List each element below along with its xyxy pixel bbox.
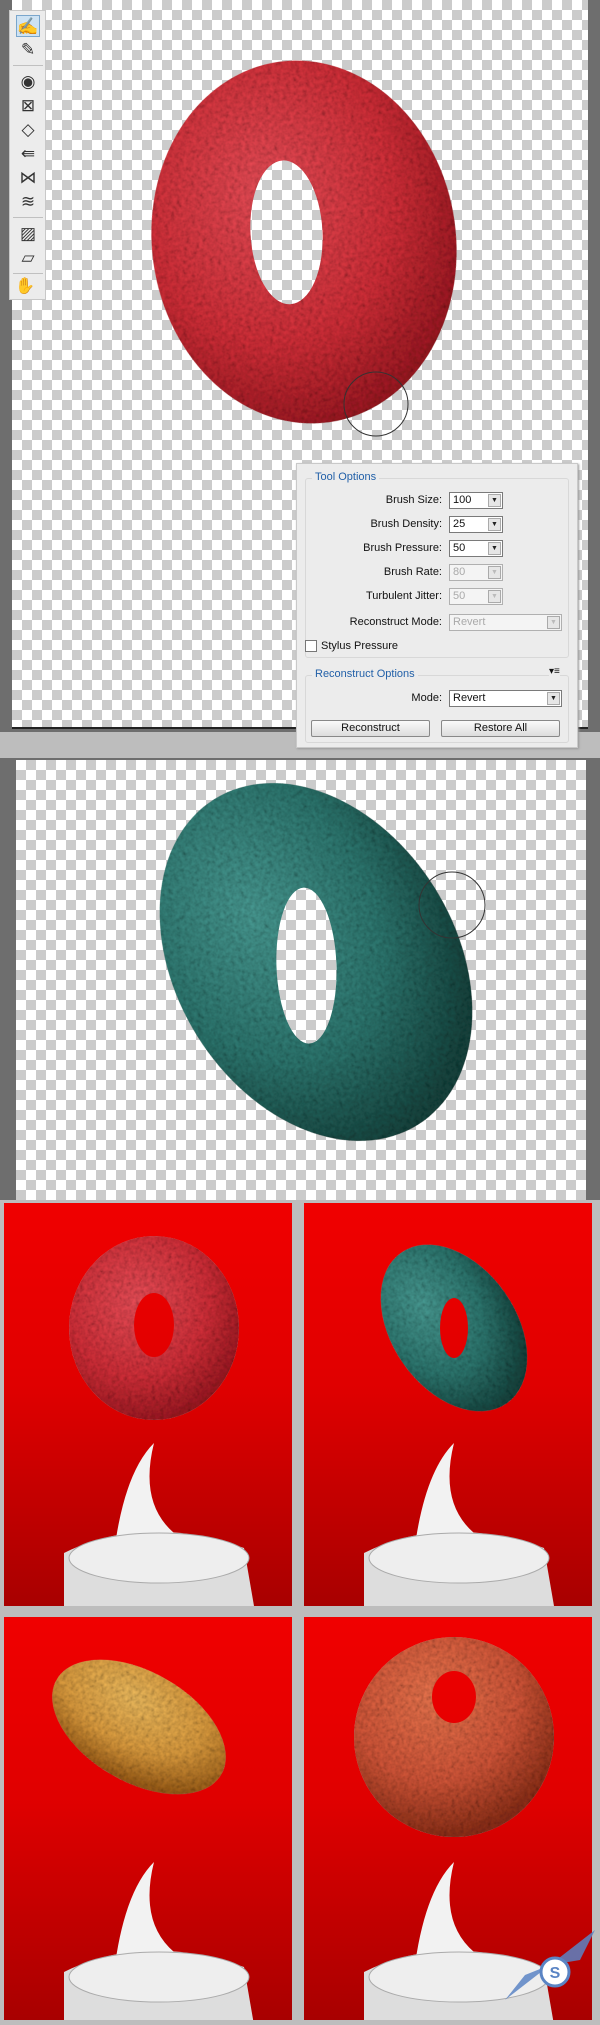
turbulent-jitter-input: 50 ▼: [449, 588, 503, 605]
brush-rate-input: 80 ▼: [449, 564, 503, 581]
chevron-down-icon: ▼: [488, 566, 501, 579]
brush-rate-label: Brush Rate:: [383, 566, 442, 578]
result-teal-donut: [304, 1203, 592, 1606]
reconstruct-icon[interactable]: ✎: [16, 39, 40, 61]
brush-density-input[interactable]: 25 ▼: [449, 516, 503, 533]
liquify-canvas-teal[interactable]: [16, 760, 586, 1200]
push-left-icon[interactable]: ⇚: [16, 143, 40, 165]
mode-label: Mode:: [411, 692, 442, 704]
pucker-icon[interactable]: ⊠: [16, 95, 40, 117]
thaw-mask-icon[interactable]: ▱: [16, 247, 40, 269]
restore-all-button[interactable]: Restore All: [441, 720, 560, 737]
brush-pressure-label: Brush Pressure:: [363, 542, 442, 554]
watermark-logo: S: [505, 1930, 595, 2000]
forward-warp-icon[interactable]: ✍: [16, 15, 40, 37]
tool-options-title: Tool Options: [312, 471, 380, 483]
bloat-icon[interactable]: ◇: [16, 119, 40, 141]
stylus-pressure-label: Stylus Pressure: [321, 640, 399, 652]
reconstruct-options-title: Reconstruct Options: [312, 668, 418, 680]
mode-select[interactable]: Revert ▼: [449, 690, 562, 707]
result-orange-donut: [4, 1617, 292, 2020]
reconstruct-button[interactable]: Reconstruct: [311, 720, 430, 737]
chevron-down-icon: ▼: [547, 616, 560, 629]
freeze-mask-icon[interactable]: ▨: [16, 223, 40, 245]
brush-density-label: Brush Density:: [370, 518, 442, 530]
reconstruct-mode-label: Reconstruct Mode:: [349, 616, 442, 628]
turbulent-jitter-label: Turbulent Jitter:: [365, 590, 442, 602]
reconstruct-mode-select: Revert ▼: [449, 614, 562, 631]
liquify-toolbar: ✍ ✎ ◉ ⊠ ◇ ⇚ ⋈ ≋ ▨ ▱: [9, 10, 46, 300]
chevron-down-icon[interactable]: ▼: [488, 494, 501, 507]
brush-pressure-input[interactable]: 50 ▼: [449, 540, 503, 557]
chevron-down-icon[interactable]: ▼: [547, 692, 560, 705]
turbulence-icon[interactable]: ≋: [16, 191, 40, 213]
chevron-down-icon[interactable]: ▼: [488, 542, 501, 555]
mirror-icon[interactable]: ⋈: [16, 167, 40, 189]
chevron-down-icon: ▼: [488, 590, 501, 603]
brush-size-input[interactable]: 100 ▼: [449, 492, 503, 509]
panel-menu-icon[interactable]: ▾≡: [549, 666, 560, 677]
result-red-donut: [4, 1203, 292, 1606]
twirl-icon[interactable]: ◉: [16, 71, 40, 93]
chevron-down-icon[interactable]: ▼: [488, 518, 501, 531]
brush-size-label: Brush Size:: [385, 494, 442, 506]
svg-text:S: S: [550, 1965, 561, 1982]
stylus-pressure-checkbox[interactable]: [305, 640, 317, 652]
hand-icon[interactable]: ✋: [15, 276, 35, 296]
teal-donut: [159, 783, 486, 1141]
tool-options-panel: Tool Options Brush Size: 100 ▼ Brush Dens…: [296, 463, 578, 748]
